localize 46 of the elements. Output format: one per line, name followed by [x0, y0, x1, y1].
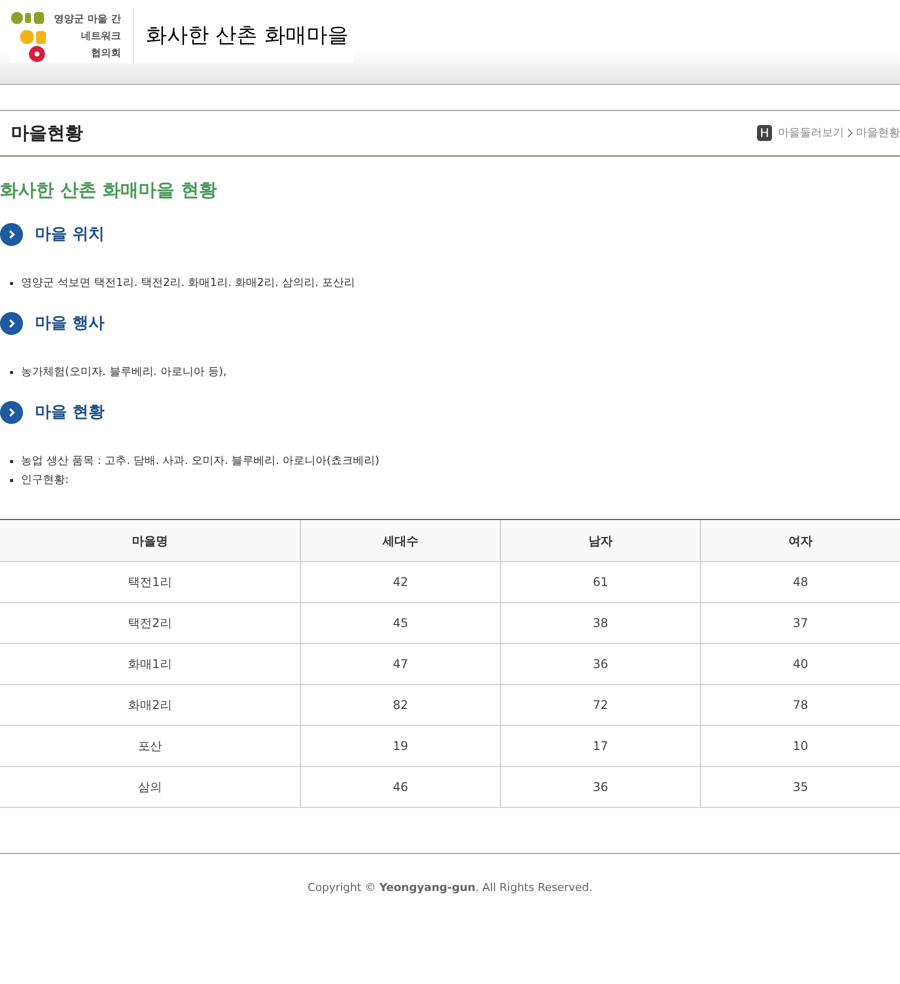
breadcrumb-link[interactable]: 마을현황 [856, 124, 900, 142]
section-heading: 마을 위치 [35, 223, 105, 245]
list-item: 인구현황: [21, 472, 69, 488]
site-title[interactable]: 화사한 산촌 화매마을 [146, 20, 352, 52]
table-cell: 36 [501, 644, 701, 684]
table-cell-text: 37 [792, 615, 810, 632]
table-cell: 45 [301, 603, 501, 643]
table-cell: 화매1리 [0, 644, 301, 684]
table-cell: 화매2리 [0, 685, 301, 725]
content-title: 화사한 산촌 화매마을 현황 [0, 179, 218, 203]
logo-text: 영양군 마을 간 [54, 12, 121, 26]
table-cell: 72 [501, 685, 701, 725]
table-cell: 61 [501, 562, 701, 602]
logo-text: 네트워크 [80, 30, 121, 44]
chevron-icon [847, 128, 853, 138]
table-cell: 택전1리 [0, 562, 301, 602]
section-heading: 마을 행사 [35, 312, 105, 334]
table-cell: 17 [501, 726, 701, 766]
copyright-text: Copyright © Yeongyang-gun. All Rights Reserved. [308, 880, 592, 896]
logo-text: 협의회 [90, 46, 121, 60]
table-cell-text: 40 [792, 656, 810, 673]
table-cell: 19 [301, 726, 501, 766]
page-title: 마을현황 [11, 122, 83, 146]
table-cell-text: 48 [792, 574, 810, 591]
list-item: 농업 생산 품목 : 고추. 담배. 사과. 오미자. 블루베리. 아로니아(쵸크베리) [21, 453, 380, 470]
section-heading: 마을 현황 [35, 401, 105, 423]
table-cell-text: 78 [792, 697, 810, 714]
table-cell: 42 [301, 562, 501, 602]
list-item: 영양군 석보면 택전1리. 택전2리. 화매1리. 화매2리. 삼의리. 포산리 [21, 275, 355, 292]
table-cell: 38 [501, 603, 701, 643]
table-cell-text: 35 [792, 779, 810, 796]
column-header: 남자 [501, 520, 701, 561]
column-header: 마을명 [0, 520, 301, 561]
column-header: 여자 [788, 532, 814, 550]
table-cell: 택전2리 [0, 603, 301, 643]
table-cell: 36 [501, 767, 701, 807]
column-header: 세대수 [301, 520, 501, 561]
table-cell-text: 10 [792, 738, 810, 755]
table-cell: 82 [301, 685, 501, 725]
home-badge[interactable]: H [756, 125, 772, 141]
table-cell: 47 [301, 644, 501, 684]
table-cell: 46 [301, 767, 501, 807]
table-cell: 삼의 [0, 767, 301, 807]
list-item: 농가체험(오미자. 블루베리. 아로니아 등), [21, 364, 227, 380]
table-cell: 포산 [0, 726, 301, 766]
breadcrumb-link[interactable]: 마을둘러보기 [778, 124, 844, 142]
